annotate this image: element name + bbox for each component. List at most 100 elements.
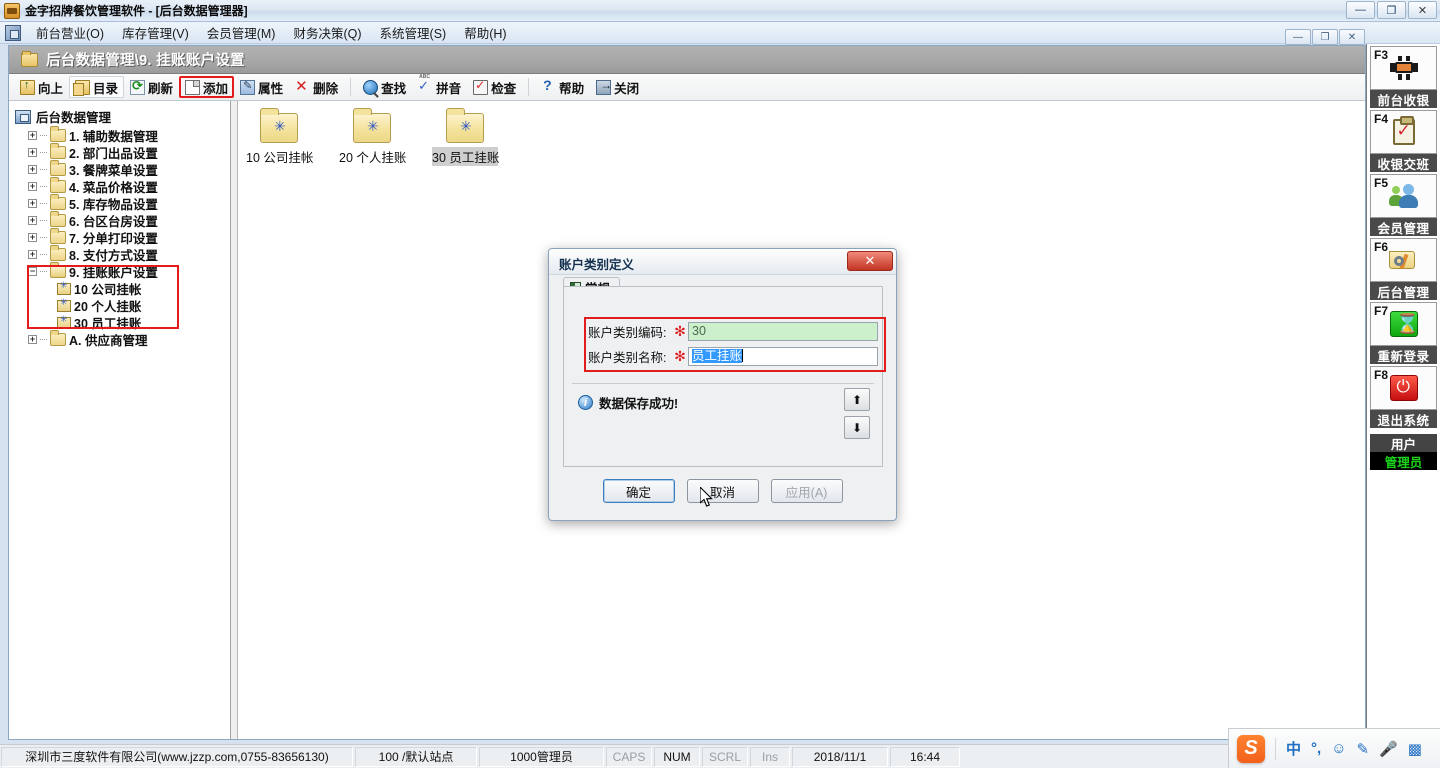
tree-child-employee[interactable]: 30 员工挂账 <box>13 314 230 331</box>
status-operator: 1000管理员 <box>479 746 604 767</box>
toolbar-button-add[interactable]: 添加 <box>179 76 235 98</box>
menu-item-front-office[interactable]: 前台营业(O) <box>27 21 113 44</box>
expander-plus-icon[interactable]: + <box>28 250 37 259</box>
expander-plus-icon[interactable]: + <box>28 233 37 242</box>
toolbar-button-pinyin[interactable]: 拼音 <box>412 74 467 98</box>
move-down-button[interactable]: ⬇ <box>844 416 870 439</box>
window-controls: — ❐ ✕ <box>1346 1 1437 19</box>
status-time: 16:44 <box>890 746 960 767</box>
tree-root[interactable]: 后台数据管理 <box>13 106 230 127</box>
tree-node-2[interactable]: + 2. 部门出品设置 <box>13 143 230 161</box>
toolbar-button-properties[interactable]: 属性 <box>234 76 289 98</box>
account-folder-icon <box>353 108 391 143</box>
toolbar-button-delete[interactable]: 删除 <box>289 76 344 98</box>
info-icon: i <box>578 395 593 410</box>
toolbar-button-up[interactable]: 向上 <box>14 76 69 98</box>
toolbar-button-find[interactable]: 查找 <box>357 76 412 98</box>
breadcrumb: 后台数据管理\9. 挂账账户设置 <box>9 46 1365 74</box>
tree-node-3[interactable]: + 3. 餐牌菜单设置 <box>13 160 230 178</box>
rail-label-front-desk: 前台收银 <box>1370 90 1437 108</box>
ime-microphone-icon[interactable]: 🎤 <box>1379 740 1398 758</box>
pane-splitter[interactable] <box>231 101 238 739</box>
tree-node-9-account-settings[interactable]: − 9. 挂账账户设置 <box>13 262 230 280</box>
ime-toolbox-icon[interactable]: ▩ <box>1408 740 1422 758</box>
expander-minus-icon[interactable]: − <box>28 267 37 276</box>
status-caps: CAPS <box>606 746 652 767</box>
account-code-input[interactable]: 30 <box>688 322 878 341</box>
account-name-input[interactable]: 员工挂账 <box>688 347 878 366</box>
rail-button-shift[interactable]: F4 <box>1370 110 1437 154</box>
folder-icon <box>50 194 66 210</box>
expander-plus-icon[interactable]: + <box>28 148 37 157</box>
tree-node-7[interactable]: + 7. 分单打印设置 <box>13 228 230 246</box>
toolbar-button-refresh[interactable]: 刷新 <box>124 76 179 98</box>
rail-button-backoffice[interactable]: F6 <box>1370 238 1437 282</box>
ime-punctuation-icon[interactable]: °, <box>1311 740 1321 757</box>
expander-plus-icon[interactable]: + <box>28 199 37 208</box>
rail-button-exit[interactable]: F8 <box>1370 366 1437 410</box>
menu-item-system[interactable]: 系统管理(S) <box>371 21 456 44</box>
dialog-close-button[interactable]: ✕ <box>847 251 893 271</box>
tree-connector <box>40 237 47 238</box>
tree-node-6[interactable]: + 6. 台区台房设置 <box>13 211 230 229</box>
tree-node-4[interactable]: + 4. 菜品价格设置 <box>13 177 230 195</box>
rail-button-front-desk[interactable]: F3 <box>1370 46 1437 90</box>
toolbar-button-help[interactable]: 帮助 <box>535 76 590 98</box>
ok-button[interactable]: 确定 <box>602 479 675 503</box>
properties-icon <box>240 79 256 95</box>
expander-plus-icon[interactable]: + <box>28 335 37 344</box>
window-title: 金字招牌餐饮管理软件 - [后台数据管理器] <box>25 4 248 18</box>
maximize-button[interactable]: ❐ <box>1377 1 1406 19</box>
menu-item-members[interactable]: 会员管理(M) <box>198 21 285 44</box>
rail-button-relogin[interactable]: F7 <box>1370 302 1437 346</box>
tree-connector <box>40 203 47 204</box>
system-menu-icon[interactable] <box>5 24 21 41</box>
tree-child-personal[interactable]: 20 个人挂账 <box>13 297 230 314</box>
expander-plus-icon[interactable]: + <box>28 131 37 140</box>
status-bar: 深圳市三度软件有限公司(www.jzzp.com,0755-83656130) … <box>0 744 1230 768</box>
expander-plus-icon[interactable]: + <box>28 182 37 191</box>
tree-node-5[interactable]: + 5. 库存物品设置 <box>13 194 230 212</box>
toolbar-label-refresh: 刷新 <box>148 81 174 96</box>
search-icon <box>363 79 379 95</box>
ime-language-icon[interactable]: 中 <box>1286 738 1301 759</box>
close-button[interactable]: ✕ <box>1408 1 1437 19</box>
account-folder-icon <box>260 108 298 143</box>
expander-plus-icon[interactable]: + <box>28 216 37 225</box>
folder-icon <box>50 126 66 142</box>
menu-item-inventory[interactable]: 库存管理(V) <box>113 21 198 44</box>
ime-emoji-icon[interactable]: ☺ <box>1331 740 1346 757</box>
list-item[interactable]: 10 公司挂帐 <box>246 108 313 166</box>
toolbar-button-exit[interactable]: 关闭 <box>590 76 645 98</box>
status-message-text: 数据保存成功! <box>599 397 679 411</box>
mdi-restore-button[interactable]: ❐ <box>1312 29 1338 45</box>
toolbar-button-directory[interactable]: 目录 <box>69 76 125 98</box>
tree-node-1[interactable]: + 1. 辅助数据管理 <box>13 126 230 144</box>
rail-button-members[interactable]: F5 <box>1370 174 1437 218</box>
folder-icon <box>50 160 66 176</box>
sogou-logo-icon[interactable]: S <box>1237 734 1265 763</box>
add-document-icon <box>185 79 201 95</box>
tree-node-a-suppliers[interactable]: + A. 供应商管理 <box>13 330 230 348</box>
navigation-tree[interactable]: 后台数据管理 + 1. 辅助数据管理 + 2. 部门出品设置 + 3. 餐牌菜单… <box>9 101 231 739</box>
cancel-button[interactable]: 取消 <box>686 479 759 503</box>
expander-plus-icon[interactable]: + <box>28 165 37 174</box>
minimize-button[interactable]: — <box>1346 1 1375 19</box>
exit-icon <box>596 78 612 95</box>
database-icon <box>15 109 31 124</box>
ime-pen-icon[interactable]: ✎ <box>1357 740 1370 758</box>
toolbar-button-check[interactable]: 检查 <box>467 76 522 98</box>
hourglass-icon <box>1389 311 1419 337</box>
folder-icon <box>50 177 66 193</box>
mdi-close-button[interactable]: ✕ <box>1339 29 1365 45</box>
list-item[interactable]: 20 个人挂账 <box>339 108 406 166</box>
menu-item-help[interactable]: 帮助(H) <box>455 21 515 44</box>
menu-item-finance[interactable]: 财务决策(Q) <box>284 21 370 44</box>
move-up-button[interactable]: ⬆ <box>844 388 870 411</box>
account-name-selected-text: 员工挂账 <box>692 349 743 363</box>
tree-node-8[interactable]: + 8. 支付方式设置 <box>13 245 230 263</box>
tree-child-company[interactable]: 10 公司挂帐 <box>13 280 230 297</box>
status-date: 2018/11/1 <box>792 746 888 767</box>
list-item[interactable]: 30 员工挂账 <box>432 108 499 166</box>
mdi-minimize-button[interactable]: — <box>1285 29 1311 45</box>
